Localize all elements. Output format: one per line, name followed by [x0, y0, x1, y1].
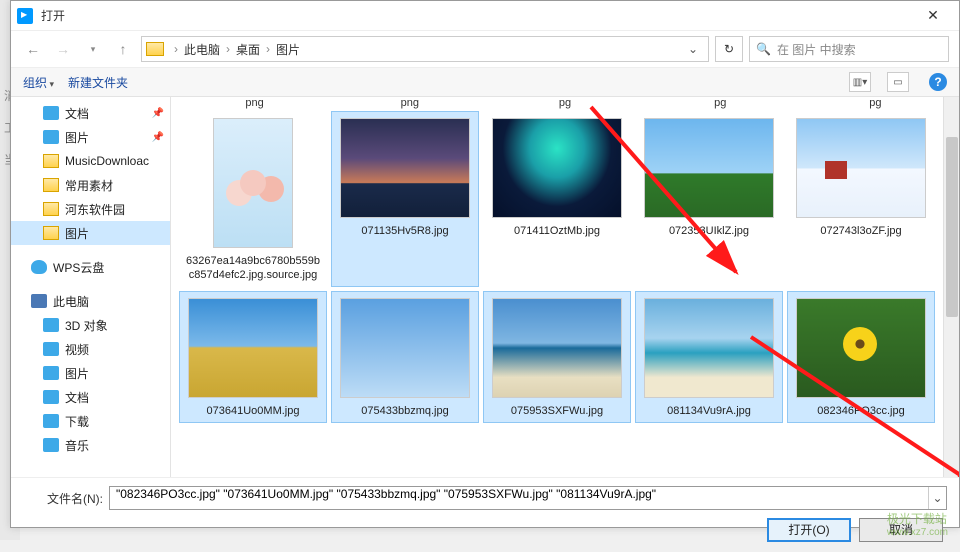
sidebar-item-images[interactable]: 图片 — [11, 221, 170, 245]
scrollbar-thumb[interactable] — [946, 137, 958, 317]
file-thumbnail — [644, 118, 774, 218]
type-badges-row: png png pg pg pg — [171, 97, 959, 109]
file-name: 082346PO3cc.jpg — [792, 404, 930, 418]
sidebar-item-pics[interactable]: 图片 — [11, 361, 170, 385]
back-button[interactable]: ← — [21, 37, 45, 61]
file-item[interactable]: 63267ea14a9bc6780b559bc857d4efc2.jpg.sou… — [179, 111, 327, 287]
file-name: 073641Uo0MM.jpg — [184, 404, 322, 418]
file-thumbnail — [492, 298, 622, 398]
folder-icon — [43, 178, 59, 192]
download-icon — [43, 414, 59, 428]
preview-pane-button[interactable]: ▭ — [887, 72, 909, 92]
sidebar-item-docs[interactable]: 文档 — [11, 385, 170, 409]
file-name: 075953SXFWu.jpg — [488, 404, 626, 418]
help-button[interactable]: ? — [929, 73, 947, 91]
sidebar-item-documents[interactable]: 文档 — [11, 101, 170, 125]
search-icon: 🔍 — [756, 42, 771, 56]
address-bar[interactable]: › 此电脑 › 桌面 › 图片 ⌄ — [141, 36, 709, 62]
chevron-right-icon: › — [222, 42, 234, 56]
folder-icon — [43, 154, 59, 168]
toolbar: 组织 新建文件夹 ▥▾ ▭ ? — [11, 67, 959, 97]
filename-input[interactable]: "082346PO3cc.jpg" "073641Uo0MM.jpg" "075… — [109, 486, 947, 510]
sidebar-item-assets[interactable]: 常用素材 — [11, 173, 170, 197]
file-name: 081134Vu9rA.jpg — [640, 404, 778, 418]
sidebar-item-hedong[interactable]: 河东软件园 — [11, 197, 170, 221]
file-item[interactable]: 081134Vu9rA.jpg — [635, 291, 783, 423]
file-item[interactable]: 071411OztMb.jpg — [483, 111, 631, 287]
refresh-button[interactable]: ↻ — [715, 36, 743, 62]
sidebar-item-wps[interactable]: WPS云盘 — [11, 255, 170, 279]
file-item[interactable]: 071135Hv5R8.jpg — [331, 111, 479, 287]
file-thumbnail — [188, 298, 318, 398]
up-button[interactable]: ↑ — [111, 37, 135, 61]
folder-icon — [146, 42, 164, 56]
3d-icon — [43, 318, 59, 332]
sidebar-item-downloads[interactable]: 下载 — [11, 409, 170, 433]
sidebar-item-video[interactable]: 视频 — [11, 337, 170, 361]
file-item[interactable]: 073641Uo0MM.jpg — [179, 291, 327, 423]
file-thumbnail — [796, 118, 926, 218]
crumb-desktop[interactable]: 桌面 — [234, 41, 262, 58]
chevron-right-icon: › — [262, 42, 274, 56]
new-folder-button[interactable]: 新建文件夹 — [68, 74, 128, 91]
file-grid[interactable]: png png pg pg pg 63267ea14a9bc6780b559bc… — [171, 97, 959, 477]
sidebar-item-music2[interactable]: 音乐 — [11, 433, 170, 457]
sidebar-item-pictures[interactable]: 图片 — [11, 125, 170, 149]
dialog-footer: 文件名(N): "082346PO3cc.jpg" "073641Uo0MM.j… — [11, 477, 959, 552]
search-input[interactable]: 🔍 在 图片 中搜索 — [749, 36, 949, 62]
file-item[interactable]: 075953SXFWu.jpg — [483, 291, 631, 423]
titlebar: 打开 ✕ — [11, 1, 959, 31]
file-thumbnail — [213, 118, 293, 248]
sidebar-item-thispc[interactable]: 此电脑 — [11, 289, 170, 313]
file-thumbnail — [492, 118, 622, 218]
recent-dropdown[interactable]: ▾ — [81, 37, 105, 61]
file-item[interactable]: 082346PO3cc.jpg — [787, 291, 935, 423]
view-mode-button[interactable]: ▥▾ — [849, 72, 871, 92]
file-thumbnail — [340, 298, 470, 398]
path-dropdown[interactable]: ⌄ — [682, 42, 704, 56]
document-icon — [43, 106, 59, 120]
navigation-bar: ← → ▾ ↑ › 此电脑 › 桌面 › 图片 ⌄ ↻ 🔍 在 图片 中搜索 — [11, 31, 959, 67]
file-thumbnail — [340, 118, 470, 218]
file-name: 072743l3oZF.jpg — [792, 224, 930, 238]
crumb-pc[interactable]: 此电脑 — [182, 41, 222, 58]
picture-icon — [43, 130, 59, 144]
dialog-title: 打开 — [41, 7, 913, 24]
file-item[interactable]: 072353UIklZ.jpg — [635, 111, 783, 287]
file-name: 072353UIklZ.jpg — [640, 224, 778, 238]
filename-dropdown[interactable]: ⌄ — [928, 487, 946, 509]
folder-icon — [43, 226, 59, 240]
forward-button: → — [51, 37, 75, 61]
picture-icon — [43, 366, 59, 380]
app-icon — [17, 8, 33, 24]
file-thumbnail — [796, 298, 926, 398]
document-icon — [43, 390, 59, 404]
file-name: 63267ea14a9bc6780b559bc857d4efc2.jpg.sou… — [184, 254, 322, 282]
close-button[interactable]: ✕ — [913, 7, 953, 24]
file-name: 071135Hv5R8.jpg — [336, 224, 474, 238]
crumb-pictures[interactable]: 图片 — [274, 41, 302, 58]
vertical-scrollbar[interactable] — [943, 97, 959, 477]
file-item[interactable]: 075433bbzmq.jpg — [331, 291, 479, 423]
organize-menu[interactable]: 组织 — [23, 74, 54, 91]
cloud-icon — [31, 260, 47, 274]
filename-label: 文件名(N): — [23, 490, 103, 507]
navigation-sidebar[interactable]: 文档 图片 MusicDownloac 常用素材 河东软件园 图片 WPS云盘 … — [11, 97, 171, 477]
sidebar-item-music[interactable]: MusicDownloac — [11, 149, 170, 173]
music-icon — [43, 438, 59, 452]
open-button[interactable]: 打开(O) — [767, 518, 851, 542]
file-thumbnail — [644, 298, 774, 398]
file-name: 071411OztMb.jpg — [488, 224, 626, 238]
folder-icon — [43, 202, 59, 216]
pc-icon — [31, 294, 47, 308]
video-icon — [43, 342, 59, 356]
file-name: 075433bbzmq.jpg — [336, 404, 474, 418]
open-file-dialog: 打开 ✕ ← → ▾ ↑ › 此电脑 › 桌面 › 图片 ⌄ ↻ 🔍 在 图片 … — [10, 0, 960, 528]
file-item[interactable]: 072743l3oZF.jpg — [787, 111, 935, 287]
search-placeholder: 在 图片 中搜索 — [777, 41, 856, 58]
sidebar-item-3d[interactable]: 3D 对象 — [11, 313, 170, 337]
dialog-body: 文档 图片 MusicDownloac 常用素材 河东软件园 图片 WPS云盘 … — [11, 97, 959, 477]
chevron-right-icon: › — [170, 42, 182, 56]
watermark: 极光下载站 www.xz7.com — [887, 510, 948, 538]
